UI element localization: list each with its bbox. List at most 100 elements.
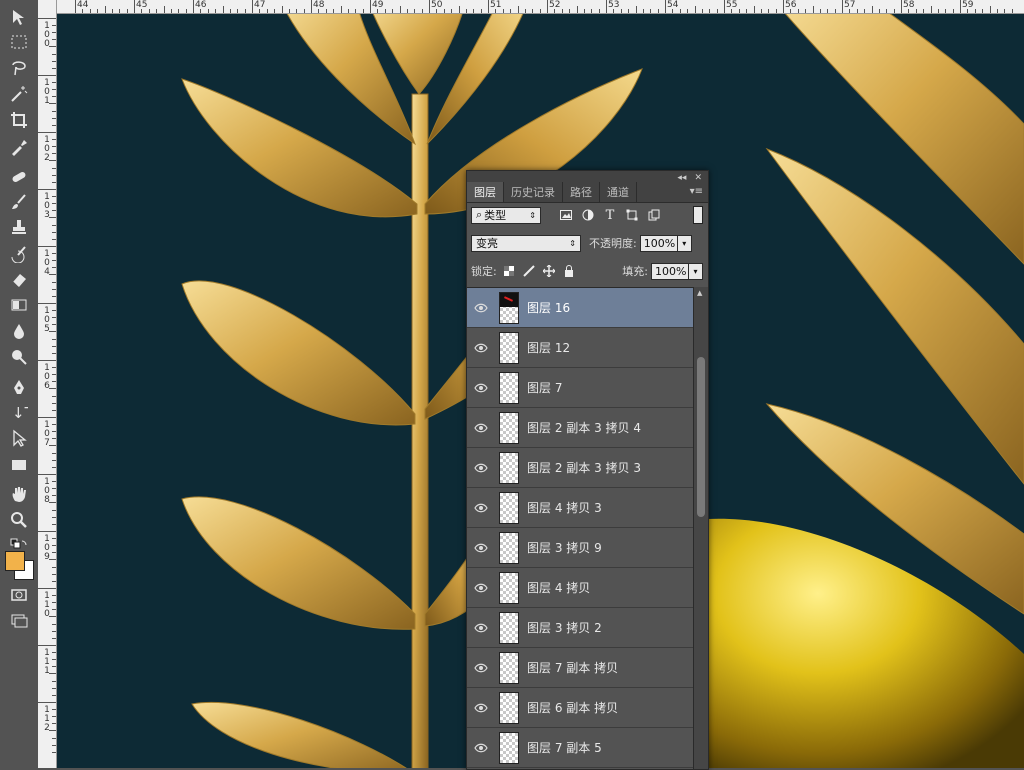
clone-stamp-tool-icon[interactable]	[6, 216, 32, 238]
ruler-minor-tick	[702, 9, 703, 13]
layer-thumbnail[interactable]	[499, 691, 519, 724]
type-tool-icon[interactable]: ↓T	[6, 401, 32, 423]
path-selection-tool-icon[interactable]	[6, 427, 32, 449]
layer-row[interactable]: 图层 7 副本 拷贝	[467, 648, 693, 688]
layer-row[interactable]: 图层 6 副本 拷贝	[467, 688, 693, 728]
layer-thumbnail[interactable]	[499, 531, 519, 564]
collapse-icon[interactable]: ◂◂	[677, 173, 686, 183]
filter-type-select[interactable]: ⌕ 类型 ⇕	[471, 206, 541, 224]
layer-thumbnail[interactable]	[499, 331, 519, 364]
layer-thumbnail[interactable]	[499, 291, 519, 324]
layer-row[interactable]: 图层 7	[467, 368, 693, 408]
layer-row[interactable]: 图层 3 拷贝 2	[467, 608, 693, 648]
visibility-eye-icon[interactable]	[467, 743, 495, 753]
lock-transparency-icon[interactable]	[503, 265, 515, 277]
ruler-tick	[38, 360, 56, 361]
layer-row[interactable]: 图层 12	[467, 328, 693, 368]
visibility-eye-icon[interactable]	[467, 503, 495, 513]
layer-row[interactable]: 图层 16	[467, 288, 693, 328]
screen-mode-icon[interactable]	[6, 610, 32, 632]
visibility-eye-icon[interactable]	[467, 383, 495, 393]
layer-row[interactable]: 图层 2 副本 3 拷贝 3	[467, 448, 693, 488]
gradient-tool-icon[interactable]	[6, 294, 32, 316]
layer-thumbnail[interactable]	[499, 651, 519, 684]
adjustment-filter-icon[interactable]	[581, 208, 595, 222]
marquee-tool-icon[interactable]	[6, 31, 32, 53]
ruler-minor-tick	[525, 9, 526, 13]
history-brush-tool-icon[interactable]	[6, 243, 32, 265]
move-tool-icon[interactable]	[6, 6, 32, 28]
layer-row[interactable]: 图层 2 副本 3 拷贝 4	[467, 408, 693, 448]
visibility-eye-icon[interactable]	[467, 543, 495, 553]
layer-row[interactable]: 图层 7 副本 5	[467, 728, 693, 768]
lock-image-icon[interactable]	[523, 265, 535, 277]
visibility-eye-icon[interactable]	[467, 463, 495, 473]
opacity-label: 不透明度:	[589, 237, 637, 250]
scrollbar-thumb[interactable]	[697, 357, 705, 517]
ruler-tick	[606, 0, 607, 13]
layer-thumbnail[interactable]	[499, 371, 519, 404]
eyedropper-tool-icon[interactable]	[6, 136, 32, 158]
tab-路径[interactable]: 路径	[563, 182, 600, 202]
lasso-tool-icon[interactable]	[6, 57, 32, 79]
ruler-minor-tick	[274, 9, 276, 13]
visibility-eye-icon[interactable]	[467, 423, 495, 433]
panel-menu-icon[interactable]: ▾≡	[690, 186, 703, 197]
zoom-tool-icon[interactable]	[6, 509, 32, 531]
visibility-eye-icon[interactable]	[467, 303, 495, 313]
ruler-minor-tick	[709, 9, 711, 13]
magic-wand-tool-icon[interactable]	[6, 83, 32, 105]
ruler-minor-tick	[399, 6, 401, 13]
tab-通道[interactable]: 通道	[600, 182, 637, 202]
tab-历史记录[interactable]: 历史记录	[504, 182, 563, 202]
type-filter-icon[interactable]: T	[603, 208, 617, 223]
ruler-minor-tick	[871, 6, 873, 13]
filter-toggle[interactable]	[693, 206, 703, 224]
blur-tool-icon[interactable]	[6, 320, 32, 342]
search-icon: ⌕	[476, 208, 483, 221]
layer-thumbnail[interactable]	[499, 451, 519, 484]
layer-row[interactable]: 图层 4 拷贝 3	[467, 488, 693, 528]
layer-row[interactable]: 图层 4 拷贝	[467, 568, 693, 608]
visibility-eye-icon[interactable]	[467, 703, 495, 713]
layer-thumbnail[interactable]	[499, 731, 519, 764]
visibility-eye-icon[interactable]	[467, 343, 495, 353]
dodge-tool-icon[interactable]	[6, 346, 32, 368]
visibility-eye-icon[interactable]	[467, 663, 495, 673]
quick-mask-icon[interactable]	[6, 584, 32, 606]
ruler-minor-tick	[52, 367, 56, 369]
lock-all-icon[interactable]	[563, 265, 575, 277]
opacity-input[interactable]: 100%	[639, 234, 678, 252]
rectangle-tool-icon[interactable]	[6, 454, 32, 476]
ruler-minor-tick	[52, 523, 56, 525]
ruler-minor-tick	[289, 9, 290, 13]
hand-tool-icon[interactable]	[6, 483, 32, 505]
scroll-up-icon[interactable]: ▲	[697, 289, 702, 297]
fill-dropdown[interactable]: ▾	[689, 262, 703, 280]
close-icon[interactable]: ✕	[694, 173, 702, 183]
layer-thumbnail[interactable]	[499, 491, 519, 524]
pen-tool-icon[interactable]	[6, 376, 32, 398]
crop-tool-icon[interactable]	[6, 109, 32, 131]
layer-row[interactable]: 图层 3 拷贝 9	[467, 528, 693, 568]
blend-mode-select[interactable]: 变亮 ⇕	[471, 234, 581, 252]
pixel-filter-icon[interactable]	[559, 208, 573, 222]
layer-thumbnail[interactable]	[499, 411, 519, 444]
ruler-minor-tick	[1011, 9, 1013, 13]
lock-position-icon[interactable]	[542, 265, 555, 277]
healing-brush-tool-icon[interactable]	[6, 166, 32, 188]
tab-图层[interactable]: 图层	[467, 182, 504, 202]
fill-input[interactable]: 100%	[651, 262, 689, 280]
layer-thumbnail[interactable]	[499, 611, 519, 644]
foreground-color-swatch[interactable]	[5, 551, 25, 571]
visibility-eye-icon[interactable]	[467, 583, 495, 593]
shape-filter-icon[interactable]	[625, 208, 639, 222]
ruler-minor-tick	[52, 210, 56, 212]
smart-object-filter-icon[interactable]	[647, 208, 661, 222]
layer-thumbnail[interactable]	[499, 571, 519, 604]
visibility-eye-icon[interactable]	[467, 623, 495, 633]
brush-tool-icon[interactable]	[6, 191, 32, 213]
opacity-dropdown[interactable]: ▾	[677, 234, 692, 252]
eraser-tool-icon[interactable]	[6, 268, 32, 290]
layers-scrollbar[interactable]: ▲	[693, 287, 708, 769]
